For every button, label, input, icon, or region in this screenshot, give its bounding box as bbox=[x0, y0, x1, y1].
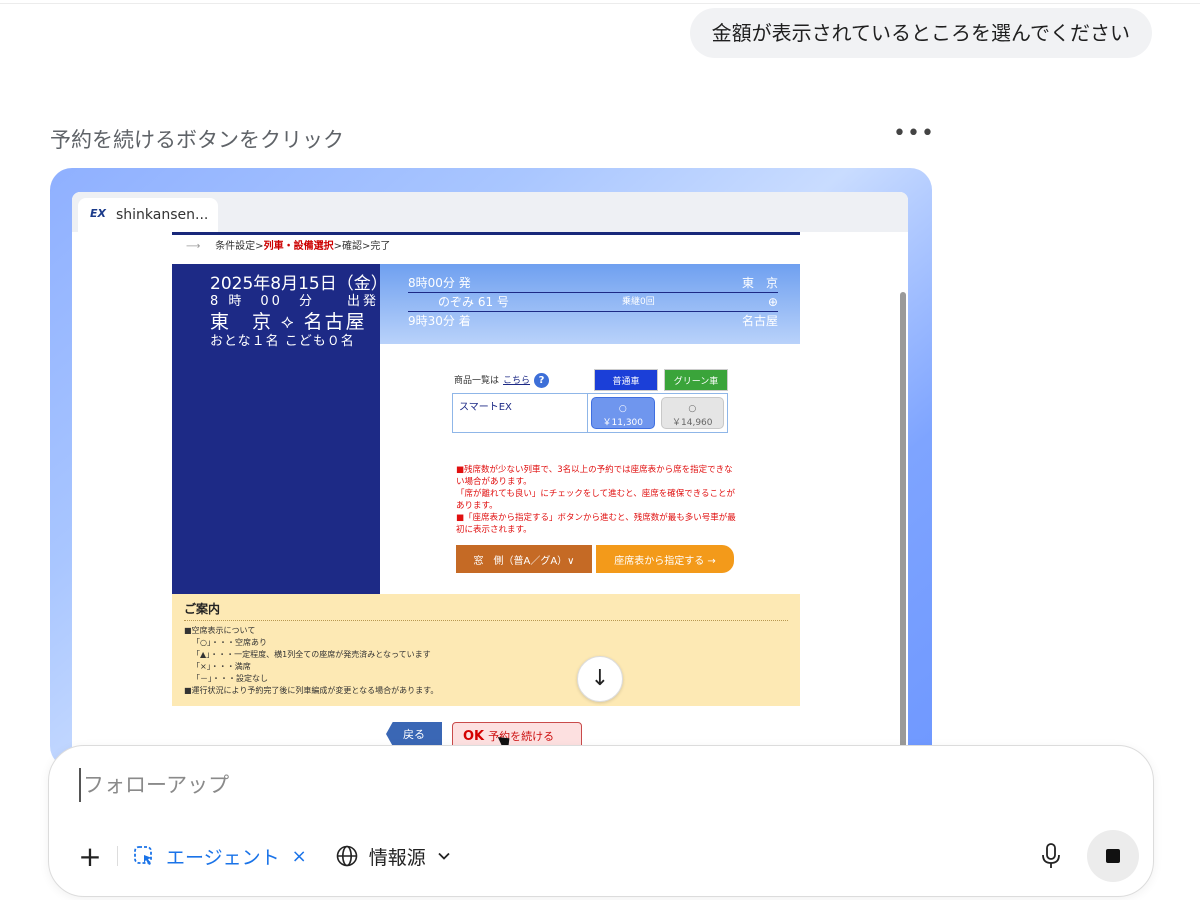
agent-icon bbox=[134, 846, 152, 865]
train-name-row: のぞみ 61 号 乗継0回 ⊕ bbox=[408, 293, 778, 312]
train-info-header: 8時00分 発 東 京 のぞみ 61 号 乗継0回 ⊕ 9時30分 着 名古屋 bbox=[380, 264, 800, 344]
guide-line: 「○」・・・空席あり bbox=[192, 638, 267, 647]
page-scrollbar[interactable] bbox=[900, 232, 908, 768]
guide-line: ■運行状況により予約完了後に列車編成が変更となる場合があります。 bbox=[184, 686, 439, 695]
shinkansen-icon: ⟶ bbox=[186, 241, 201, 252]
breadcrumb: ⟶ 条件設定>列車・設備選択>確認>完了 bbox=[172, 232, 800, 260]
standard-car-header: 普通車 bbox=[594, 369, 658, 391]
standard-fare-button[interactable]: ○ ￥11,300 bbox=[591, 397, 655, 429]
trip-date: 2025年8月15日（金） bbox=[210, 274, 388, 294]
notice-line: ■残席数が少ない列車で、3名以上の予約では座席表から席を指定できない場合がありま… bbox=[456, 465, 733, 487]
window-seat-dropdown[interactable]: 窓 側（普A／グA）∨ bbox=[456, 545, 592, 573]
trip-passengers: おとな１名 こども０名 bbox=[210, 334, 355, 349]
green-fare-button[interactable]: ○ ￥14,960 bbox=[660, 397, 724, 429]
ex-favicon-icon: EX bbox=[90, 207, 106, 220]
agent-step-title: 予約を続けるボタンをクリック bbox=[50, 128, 344, 152]
trip-summary-panel: 2025年8月15日（金） 8 時 00 分 出発 東 京 ⟡ 名古屋 おとな１… bbox=[172, 264, 388, 594]
browser-tab[interactable]: EX shinkansen... bbox=[78, 198, 218, 232]
scrollbar-thumb[interactable] bbox=[900, 292, 906, 752]
microphone-icon[interactable] bbox=[1039, 842, 1063, 870]
scroll-down-icon[interactable]: ↓ bbox=[577, 656, 623, 702]
trip-time: 8 時 00 分 出発 bbox=[210, 294, 379, 309]
guide-line: 「－」・・・設定なし bbox=[192, 674, 268, 683]
top-divider bbox=[0, 3, 1200, 4]
help-icon[interactable]: ? bbox=[534, 372, 550, 388]
guide-section: ご案内 ■空席表示について 「○」・・・空席あり 「▲」・・・一定程度、横1列全… bbox=[172, 594, 800, 706]
depart-time: 8時00分 発 bbox=[408, 276, 471, 290]
back-button[interactable]: 戻る bbox=[386, 722, 442, 746]
expand-icon[interactable]: ⊕ bbox=[768, 293, 778, 311]
breadcrumb-current: 列車・設備選択 bbox=[263, 241, 334, 252]
product-list-link[interactable]: こちら bbox=[503, 376, 530, 386]
sources-label: 情報源 bbox=[368, 846, 426, 869]
toolbar-divider bbox=[117, 846, 118, 866]
notice-line: ■「座席表から指定する」ボタンから進むと、残席数が最も多い号車が最初に表示されま… bbox=[456, 513, 736, 535]
green-car-header: グリーン車 bbox=[664, 369, 728, 391]
browser-tab-bar: EX shinkansen... bbox=[72, 192, 908, 232]
guide-line: 「▲」・・・一定程度、横1列全ての座席が発売済みとなっています bbox=[192, 650, 431, 659]
arrive-station: 名古屋 bbox=[741, 314, 778, 328]
train-transfers: 乗継0回 bbox=[622, 297, 655, 307]
guide-line: 「×」・・・満席 bbox=[192, 662, 251, 671]
fare-row-smart-ex: スマートEX ○ ￥11,300 ○ ￥14,960 bbox=[452, 393, 728, 433]
composer-toolbar: + エージェント × 情報源 bbox=[73, 836, 452, 876]
seat-notice: ■残席数が少ない列車で、3名以上の予約では座席表から席を指定できない場合がありま… bbox=[456, 464, 738, 536]
stop-button[interactable] bbox=[1087, 830, 1139, 882]
browser-tab-title: shinkansen... bbox=[116, 207, 209, 223]
followup-input[interactable] bbox=[79, 768, 979, 802]
agent-close-icon[interactable]: × bbox=[292, 846, 307, 867]
guide-title: ご案内 bbox=[184, 600, 788, 621]
green-price: ￥14,960 bbox=[672, 418, 713, 428]
composer: + エージェント × 情報源 bbox=[48, 745, 1154, 897]
ok-label: OK bbox=[463, 728, 485, 744]
depart-station: 東 京 bbox=[741, 276, 778, 290]
agent-mode-chip[interactable]: エージェント × bbox=[132, 843, 307, 870]
breadcrumb-suffix: >確認>完了 bbox=[333, 241, 391, 252]
agent-screen-preview: EX shinkansen... ⟶ 条件設定>列車・設備選択>確認>完了 20… bbox=[50, 168, 932, 768]
chevron-down-icon bbox=[438, 852, 450, 860]
train-depart-row: 8時00分 発 東 京 bbox=[408, 274, 778, 293]
train-name: のぞみ 61 号 bbox=[438, 295, 509, 309]
web-page: ⟶ 条件設定>列車・設備選択>確認>完了 2025年8月15日（金） 8 時 0… bbox=[172, 232, 800, 768]
agent-label: エージェント bbox=[166, 846, 280, 869]
guide-line: ■空席表示について bbox=[184, 626, 256, 635]
trip-route: 東 京 ⟡ 名古屋 bbox=[210, 311, 367, 333]
user-message-bubble: 金額が表示されているところを選んでください bbox=[689, 8, 1152, 58]
product-list-label: 商品一覧は こちら? bbox=[452, 372, 588, 388]
fare-table: 商品一覧は こちら? 普通車 グリーン車 スマートEX ○ ￥11,300 ○ ￥… bbox=[452, 367, 728, 433]
notice-line: 「席が離れても良い」にチェックをして進むと、座席を確保できることがあります。 bbox=[456, 489, 736, 511]
plus-icon[interactable]: + bbox=[73, 840, 107, 873]
sources-dropdown[interactable]: 情報源 bbox=[335, 843, 452, 870]
product-name: スマートEX bbox=[453, 394, 588, 432]
stop-icon bbox=[1106, 849, 1120, 863]
browser-window: EX shinkansen... ⟶ 条件設定>列車・設備選択>確認>完了 20… bbox=[72, 192, 908, 768]
train-arrive-row: 9時30分 着 名古屋 bbox=[408, 312, 778, 330]
standard-price: ￥11,300 bbox=[602, 418, 644, 428]
more-options-icon[interactable]: ••• bbox=[893, 123, 934, 148]
globe-icon bbox=[336, 845, 358, 867]
arrive-time: 9時30分 着 bbox=[408, 314, 471, 328]
fare-table-header: 商品一覧は こちら? 普通車 グリーン車 bbox=[452, 367, 728, 393]
seat-map-button[interactable]: 座席表から指定する → bbox=[596, 545, 734, 573]
green-availability: ○ bbox=[688, 404, 697, 414]
breadcrumb-prefix: 条件設定> bbox=[215, 241, 264, 252]
standard-availability: ○ bbox=[618, 404, 627, 414]
